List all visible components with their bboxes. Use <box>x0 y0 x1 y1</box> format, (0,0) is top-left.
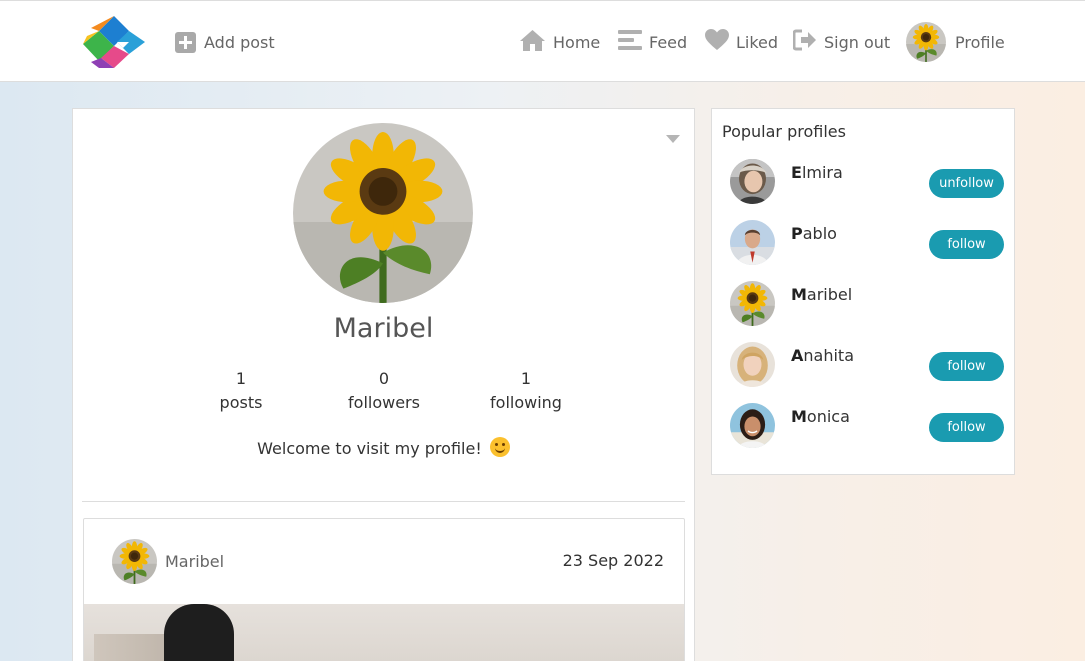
post-image[interactable] <box>84 604 684 661</box>
followers-label: followers <box>348 393 420 412</box>
profile-photo <box>293 123 473 303</box>
monica-avatar <box>730 403 775 448</box>
post-author[interactable]: Maribel <box>112 539 224 584</box>
home-icon <box>519 29 546 56</box>
profile-card: Maribel 1 posts 0 followers 1 following … <box>72 108 695 661</box>
nav-profile-label: Profile <box>955 32 1005 52</box>
popular-profiles-title: Popular profiles <box>722 122 846 141</box>
nav-liked-label: Liked <box>736 32 779 52</box>
post-author-avatar <box>112 539 157 584</box>
popular-profile-item[interactable]: Maribel <box>730 281 1004 327</box>
nav-home-label: Home <box>553 32 601 52</box>
nav-sign-out-label: Sign out <box>824 32 891 52</box>
popular-profiles-panel: Popular profiles Elmira unfollow Pablo f… <box>711 108 1015 475</box>
popular-profile-item[interactable]: Anahita follow <box>730 342 1004 388</box>
heart-icon <box>705 29 729 55</box>
sign-out-icon <box>792 29 817 55</box>
plus-square-icon <box>175 31 196 53</box>
elmira-avatar <box>730 159 775 204</box>
pablo-avatar <box>730 220 775 265</box>
popular-profile-name[interactable]: Pablo <box>791 224 837 243</box>
divider <box>82 501 685 502</box>
nav-home[interactable]: Home <box>519 21 600 63</box>
feed-lines-icon <box>618 29 642 55</box>
bio-text: Welcome to visit my profile! <box>257 439 482 458</box>
follow-button[interactable]: follow <box>929 413 1004 442</box>
add-post-button[interactable]: Add post <box>175 28 275 56</box>
follow-button[interactable]: follow <box>929 352 1004 381</box>
profile-avatar <box>906 22 946 62</box>
options-caret-icon[interactable] <box>666 135 680 143</box>
app-logo-icon[interactable] <box>79 14 149 70</box>
profile-name: Maribel <box>333 313 434 344</box>
post-author-name: Maribel <box>165 552 225 571</box>
following-count: 1 <box>520 369 532 388</box>
post-date: 23 Sep 2022 <box>562 551 664 570</box>
stat-followers[interactable]: 0 followers <box>329 367 439 415</box>
post-card: Maribel 23 Sep 2022 <box>83 518 685 661</box>
nav-feed-label: Feed <box>649 32 688 52</box>
nav-profile[interactable]: Profile <box>906 21 1005 63</box>
profile-bio: Welcome to visit my profile! <box>73 437 694 458</box>
anahita-avatar <box>730 342 775 387</box>
popular-profile-name[interactable]: Anahita <box>791 346 854 365</box>
unfollow-button[interactable]: unfollow <box>929 169 1004 198</box>
stat-posts[interactable]: 1 posts <box>186 367 296 415</box>
maribel-avatar <box>730 281 775 326</box>
smiling-face-icon <box>489 437 510 457</box>
popular-profile-item[interactable]: Pablo follow <box>730 220 1004 266</box>
followers-count: 0 <box>378 369 390 388</box>
post-image-detail <box>164 604 234 661</box>
popular-profile-item[interactable]: Monica follow <box>730 403 1004 449</box>
popular-profile-item[interactable]: Elmira unfollow <box>730 159 1004 205</box>
nav-liked[interactable]: Liked <box>705 21 778 63</box>
posts-count: 1 <box>235 369 247 388</box>
posts-label: posts <box>219 393 263 412</box>
follow-button[interactable]: follow <box>929 230 1004 259</box>
popular-profile-name[interactable]: Monica <box>791 407 850 426</box>
nav-sign-out[interactable]: Sign out <box>792 21 891 63</box>
popular-profile-name[interactable]: Elmira <box>791 163 843 182</box>
add-post-label: Add post <box>204 32 275 52</box>
popular-profile-name[interactable]: Maribel <box>791 285 852 304</box>
top-navigation-bar: Add post Home Feed Liked Sign out Profil… <box>0 0 1085 82</box>
following-label: following <box>490 393 562 412</box>
nav-feed[interactable]: Feed <box>618 21 687 63</box>
stat-following[interactable]: 1 following <box>471 367 581 415</box>
